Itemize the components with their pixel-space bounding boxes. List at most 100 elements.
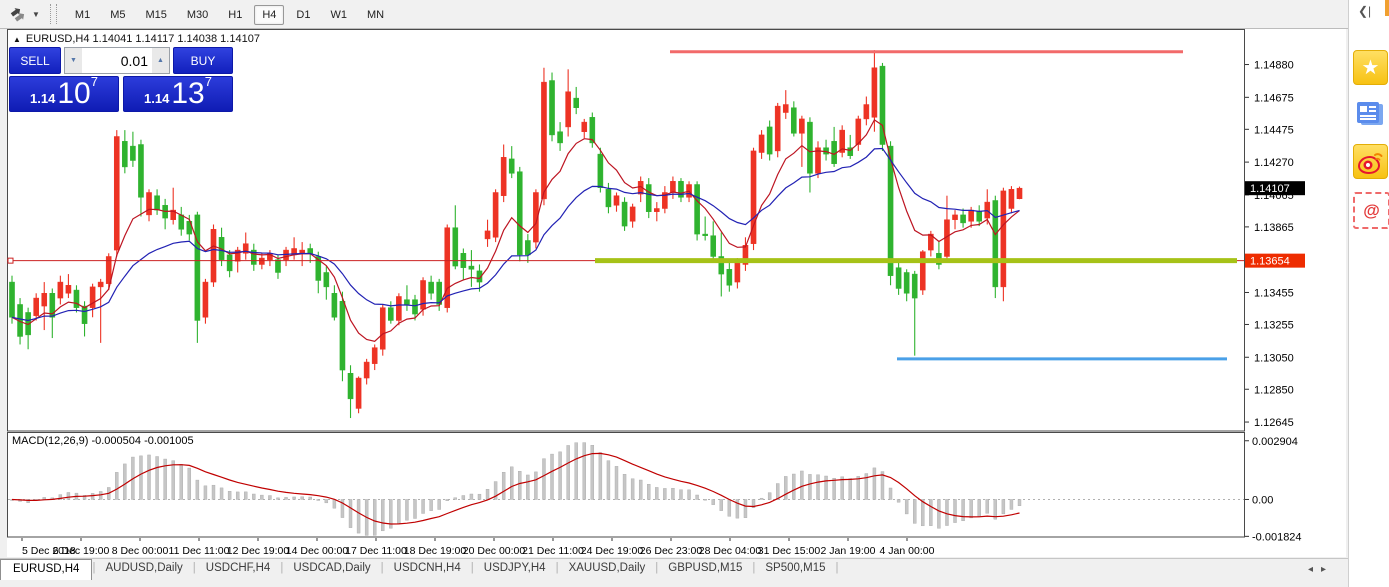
candle-body <box>146 192 151 214</box>
tab-SP500-M15[interactable]: SP500,M15 <box>755 559 835 577</box>
candle-body <box>598 154 603 188</box>
candle-body <box>912 274 917 298</box>
timeframe-W1[interactable]: W1 <box>322 5 355 25</box>
candle-body <box>493 192 498 237</box>
at-glyph: @ <box>1363 201 1380 221</box>
candle-body <box>412 300 417 314</box>
macd-bar <box>712 499 715 504</box>
volume-increase-button[interactable]: ▲ <box>152 48 169 73</box>
macd-bar <box>252 494 255 499</box>
timeframe-D1[interactable]: D1 <box>288 5 318 25</box>
favorites-star-icon[interactable]: ★ <box>1353 50 1388 85</box>
collapse-panel-icon[interactable]: ❮| <box>1358 4 1371 18</box>
candle-body <box>211 229 216 282</box>
weibo-icon[interactable] <box>1353 144 1388 179</box>
time-tick-label: 12 Dec 19:00 <box>227 545 290 557</box>
time-tick-label: 18 Dec 19:00 <box>404 545 467 557</box>
macd-bar <box>196 480 199 499</box>
candle-body <box>130 146 135 160</box>
email-at-icon[interactable]: @ <box>1353 192 1389 229</box>
time-tick-label: 4 Jan 00:00 <box>880 545 935 557</box>
chart-window: MACD(12,26,9) -0.000504 -0.0010051.14880… <box>7 29 1346 557</box>
buy-price-display[interactable]: 1.14 13 7 <box>123 76 233 112</box>
macd-bar <box>268 496 271 500</box>
macd-bar <box>462 496 465 500</box>
news-icon[interactable] <box>1353 97 1386 130</box>
candle-body <box>275 260 280 273</box>
timeframe-H1[interactable]: H1 <box>220 5 250 25</box>
candle-body <box>404 300 409 305</box>
macd-bar <box>502 472 505 499</box>
tab-USDCAD-Daily[interactable]: USDCAD,Daily <box>283 559 380 577</box>
timeframe-M30[interactable]: M30 <box>179 5 216 25</box>
candle-body <box>541 82 546 199</box>
tab-EURUSD-H4[interactable]: EURUSD,H4 <box>0 559 92 580</box>
collapse-triangle-icon[interactable]: ▲ <box>13 35 21 44</box>
tab-divider: | <box>836 559 839 574</box>
volume-decrease-button[interactable]: ▼ <box>65 48 82 73</box>
macd-bar <box>929 499 932 525</box>
tab-GBPUSD-M15[interactable]: GBPUSD,M15 <box>658 559 752 577</box>
timeframe-MN[interactable]: MN <box>359 5 392 25</box>
macd-bar <box>567 445 570 499</box>
candle-body <box>775 106 780 151</box>
candle-body <box>9 282 14 317</box>
macd-bar <box>260 495 263 499</box>
tab-USDJPY-H4[interactable]: USDJPY,H4 <box>474 559 556 577</box>
macd-bar <box>91 493 94 499</box>
timeframe-M1[interactable]: M1 <box>67 5 98 25</box>
sell-button[interactable]: SELL <box>9 47 61 74</box>
price-tick-label: 1.14880 <box>1254 60 1294 72</box>
tab-scroll-left-icon[interactable]: ◂ <box>1308 564 1321 575</box>
buy-price-sup: 7 <box>205 67 212 97</box>
tab-scroll-arrows[interactable]: ◂▸ <box>1308 564 1334 575</box>
timeframe-M15[interactable]: M15 <box>137 5 174 25</box>
timeframe-H4[interactable]: H4 <box>254 5 284 25</box>
tab-scroll-right-icon[interactable]: ▸ <box>1321 564 1334 575</box>
app-window: ▼ M1M5M15M30H1H4D1W1MN MACD(12,26,9) -0.… <box>0 0 1389 587</box>
macd-bar <box>172 461 175 500</box>
candle-body <box>66 285 71 293</box>
macd-bar <box>204 486 207 500</box>
price-tick-label: 1.12645 <box>1254 417 1294 429</box>
price-tick-label: 1.13050 <box>1254 352 1294 364</box>
tab-USDCHF-H4[interactable]: USDCHF,H4 <box>196 559 281 577</box>
buy-button[interactable]: BUY <box>173 47 233 74</box>
weibo-icon-svg <box>1358 150 1384 174</box>
macd-bar <box>849 478 852 499</box>
star-glyph: ★ <box>1362 58 1380 78</box>
sell-price-display[interactable]: 1.14 10 7 <box>9 76 119 112</box>
macd-bar <box>228 491 231 499</box>
macd-bar <box>655 487 658 499</box>
macd-bar <box>857 476 860 499</box>
candle-body <box>203 282 208 317</box>
timeframe-M5[interactable]: M5 <box>102 5 133 25</box>
sidebar: ❮| ★ @ <box>1348 0 1389 587</box>
candle-body <box>904 272 909 293</box>
candle-body <box>396 296 401 320</box>
chart-header: ▲ EURUSD,H4 1.14041 1.14117 1.14038 1.14… <box>13 33 260 45</box>
candle-body <box>179 215 184 229</box>
candle-body <box>485 231 490 239</box>
candle-body <box>421 280 426 309</box>
macd-bar <box>236 492 239 500</box>
candle-body <box>155 196 160 210</box>
tab-USDCNH-H4[interactable]: USDCNH,H4 <box>384 559 471 577</box>
macd-bar <box>551 454 554 499</box>
macd-bar <box>212 485 215 499</box>
candle-body <box>525 240 530 254</box>
macd-bar <box>301 497 304 500</box>
macd-bar <box>808 474 811 499</box>
hline-handle[interactable] <box>8 258 13 263</box>
tab-XAUUSD-Daily[interactable]: XAUUSD,Daily <box>559 559 656 577</box>
dropdown-caret-icon[interactable]: ▼ <box>32 10 40 19</box>
time-tick-label: 6 Dec 19:00 <box>53 545 110 557</box>
macd-bar <box>156 457 159 500</box>
timeframe-toolbar: M1M5M15M30H1H4D1W1MN <box>65 5 394 23</box>
current-price-label: 1.14107 <box>1250 183 1290 195</box>
chart-arrows-icon[interactable] <box>8 6 28 22</box>
candle-body <box>791 108 796 134</box>
tab-AUDUSD-Daily[interactable]: AUDUSD,Daily <box>95 559 192 577</box>
candle-body <box>388 308 393 321</box>
chart-tabs-bar: ◂▸ EURUSD,H4|AUDUSD,Daily|USDCHF,H4|USDC… <box>0 558 1348 581</box>
